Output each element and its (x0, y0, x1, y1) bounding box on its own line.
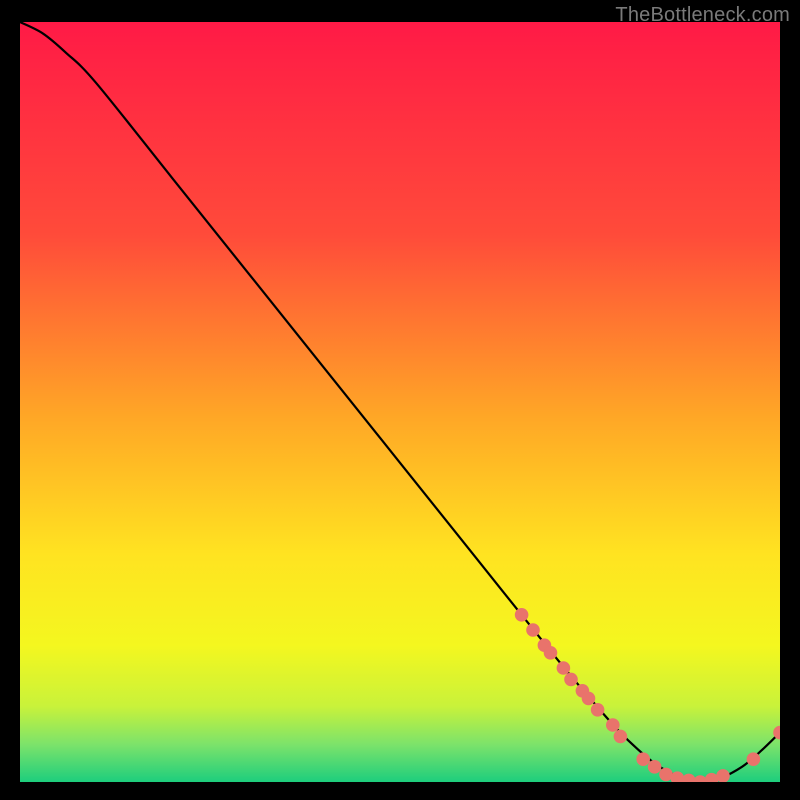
chart-stage: TheBottleneck.com (0, 0, 800, 800)
data-marker (591, 703, 605, 717)
data-marker (648, 760, 662, 774)
gradient-background (20, 22, 780, 782)
data-marker (614, 730, 628, 744)
data-marker (544, 646, 558, 660)
data-marker (636, 752, 650, 766)
data-marker (606, 718, 620, 732)
data-marker (582, 692, 596, 706)
data-marker (557, 661, 571, 675)
data-marker (747, 752, 761, 766)
bottleneck-chart (20, 22, 780, 782)
data-marker (515, 608, 529, 622)
plot-area (20, 22, 780, 782)
data-marker (564, 673, 578, 687)
data-marker (526, 623, 540, 637)
